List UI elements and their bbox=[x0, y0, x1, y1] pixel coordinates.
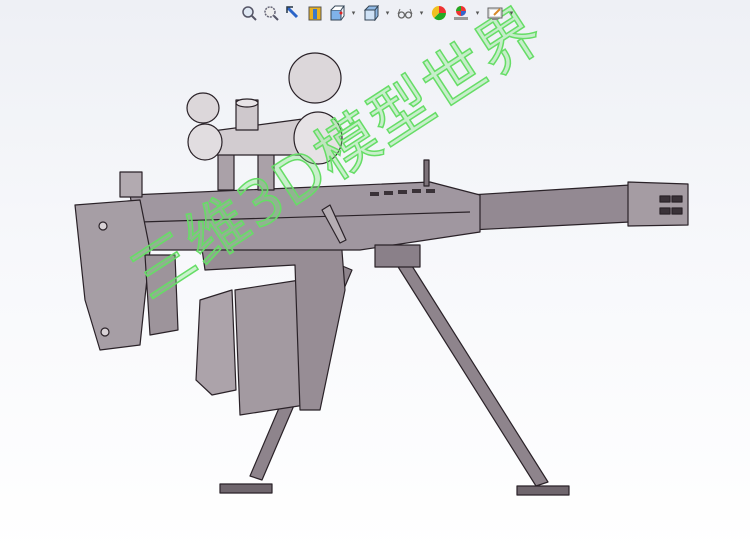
hide-show-items-button[interactable] bbox=[396, 5, 413, 22]
zoom-to-fit-icon bbox=[241, 6, 257, 21]
zoom-to-area-icon bbox=[263, 6, 279, 21]
barrel bbox=[469, 184, 631, 231]
previous-view-button[interactable] bbox=[284, 5, 301, 22]
edit-appearance-icon bbox=[431, 5, 446, 21]
view-settings-dropdown[interactable]: ▾ bbox=[508, 5, 515, 22]
display-style-icon bbox=[363, 5, 379, 21]
edit-appearance-button[interactable] bbox=[430, 5, 447, 22]
heads-up-view-toolbar: ▾ ▾ ▾ ▾ ▾ bbox=[240, 4, 515, 22]
hide-show-items-dropdown[interactable]: ▾ bbox=[418, 5, 425, 22]
section-view-button[interactable] bbox=[306, 5, 323, 22]
view-orientation-dropdown[interactable]: ▾ bbox=[350, 5, 357, 22]
view-orientation-icon bbox=[330, 5, 345, 21]
view-orientation-button[interactable] bbox=[328, 5, 345, 22]
section-view-icon bbox=[308, 6, 321, 21]
view-settings-icon bbox=[487, 7, 502, 20]
apply-scene-dropdown[interactable]: ▾ bbox=[474, 5, 481, 22]
bipod-leg-right bbox=[394, 257, 549, 487]
muzzle-brake bbox=[627, 181, 689, 227]
magazine bbox=[234, 279, 306, 416]
display-style-button[interactable] bbox=[362, 5, 379, 22]
display-style-dropdown[interactable]: ▾ bbox=[384, 5, 391, 22]
zoom-to-area-button[interactable] bbox=[262, 5, 279, 22]
zoom-to-fit-button[interactable] bbox=[240, 5, 257, 22]
view-settings-button[interactable] bbox=[486, 5, 503, 22]
hide-show-items-icon bbox=[397, 8, 412, 19]
apply-scene-icon bbox=[453, 6, 468, 20]
previous-view-icon bbox=[285, 6, 298, 19]
apply-scene-button[interactable] bbox=[452, 5, 469, 22]
